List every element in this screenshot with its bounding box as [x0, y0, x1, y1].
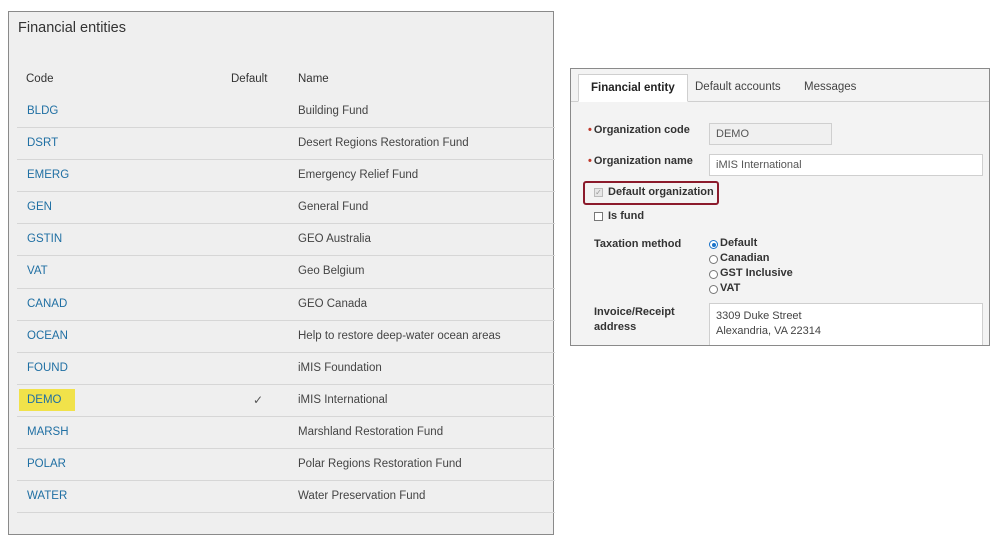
org-code-field[interactable]: DEMO: [709, 123, 832, 145]
taxation-option-canadian: Canadian: [720, 252, 770, 264]
taxation-radio-vat[interactable]: [709, 285, 718, 294]
address-line-1: 3309 Duke Street: [716, 310, 802, 322]
entity-code-link[interactable]: EMERG: [27, 169, 69, 181]
entity-name: iMIS Foundation: [298, 361, 382, 374]
entity-name: Polar Regions Restoration Fund: [298, 458, 462, 471]
entity-code-link[interactable]: OCEAN: [27, 330, 68, 342]
entity-code-link[interactable]: FOUND: [27, 362, 68, 374]
taxation-option-default: Default: [720, 237, 758, 249]
table-row: BLDG Building Fund: [17, 96, 555, 129]
tab-bar: Financial entity Default accounts Messag…: [571, 69, 989, 102]
panel-title: Financial entities: [18, 20, 126, 36]
entity-name: Geo Belgium: [298, 265, 365, 278]
org-name-label: • Organization name: [588, 155, 693, 167]
org-name-field[interactable]: iMIS International: [709, 154, 983, 176]
entity-name: GEO Australia: [298, 233, 371, 246]
column-header-default[interactable]: Default: [231, 73, 267, 85]
table-row: CANAD GEO Canada: [17, 289, 555, 321]
entity-code-link[interactable]: MARSH: [27, 426, 69, 438]
table-row: WATER Water Preservation Fund: [17, 481, 555, 514]
address-line-2: Alexandria, VA 22314: [716, 325, 821, 337]
financial-entities-panel: Financial entities Code Default Name BLD…: [8, 11, 555, 535]
table-row: OCEAN Help to restore deep-water ocean a…: [17, 321, 555, 353]
entity-code-link[interactable]: GEN: [27, 201, 52, 213]
entity-name: Desert Regions Restoration Fund: [298, 137, 469, 150]
entity-code-link[interactable]: WATER: [27, 490, 67, 502]
invoice-receipt-address-field[interactable]: 3309 Duke Street Alexandria, VA 22314: [709, 303, 983, 345]
tab-default-accounts[interactable]: Default accounts: [695, 74, 781, 101]
table-row: EMERG Emergency Relief Fund: [17, 160, 555, 193]
entity-name: Marshland Restoration Fund: [298, 425, 444, 438]
invoice-receipt-address-label: Invoice/Receipt address: [594, 306, 675, 333]
table-row: GSTIN GEO Australia: [17, 224, 555, 257]
table-row: GEN General Fund: [17, 192, 555, 225]
table-row: MARSH Marshland Restoration Fund: [17, 417, 555, 450]
entity-code-link[interactable]: VAT: [27, 265, 48, 277]
tab-messages[interactable]: Messages: [804, 74, 856, 101]
entity-code-link[interactable]: GSTIN: [27, 233, 62, 245]
is-fund-label: Is fund: [608, 210, 645, 222]
entity-name: General Fund: [298, 201, 369, 214]
taxation-option-gst-inclusive: GST Inclusive: [720, 267, 793, 279]
entity-name: iMIS International: [298, 393, 388, 406]
required-marker: •: [588, 124, 592, 136]
entity-name: Help to restore deep-water ocean areas: [298, 329, 501, 342]
table-row: FOUND iMIS Foundation: [17, 353, 555, 385]
default-organization-checkbox[interactable]: ✓: [594, 188, 603, 197]
taxation-radio-default[interactable]: [709, 240, 718, 249]
taxation-radio-canadian[interactable]: [709, 255, 718, 264]
entity-code-link[interactable]: POLAR: [27, 458, 66, 470]
entity-code-link[interactable]: BLDG: [27, 105, 58, 117]
entity-name: GEO Canada: [298, 297, 368, 310]
table-row-selected: DEMO ✓ iMIS International: [17, 385, 555, 417]
is-fund-checkbox[interactable]: [594, 212, 603, 221]
entity-name: Emergency Relief Fund: [298, 169, 419, 182]
entities-table: BLDG Building Fund DSRT Desert Regions R…: [17, 96, 555, 514]
table-row: POLAR Polar Regions Restoration Fund: [17, 449, 555, 482]
taxation-radio-gst-inclusive[interactable]: [709, 270, 718, 279]
default-organization-label: Default organization: [608, 186, 714, 198]
entity-code-link[interactable]: CANAD: [27, 298, 67, 310]
org-code-label: • Organization code: [588, 124, 690, 136]
column-header-name[interactable]: Name: [298, 73, 329, 85]
table-row: VAT Geo Belgium: [17, 256, 555, 289]
table-row: DSRT Desert Regions Restoration Fund: [17, 128, 555, 161]
taxation-method-label: Taxation method: [594, 238, 682, 250]
entity-code-link-highlighted[interactable]: DEMO: [19, 388, 75, 411]
tab-financial-entity[interactable]: Financial entity: [578, 74, 688, 102]
taxation-option-vat: VAT: [720, 282, 741, 294]
column-header-code[interactable]: Code: [26, 73, 54, 85]
entity-name: Water Preservation Fund: [298, 490, 426, 503]
entity-code-link[interactable]: DSRT: [27, 137, 58, 149]
required-marker: •: [588, 155, 592, 167]
default-check-icon: ✓: [253, 392, 264, 407]
entity-name: Building Fund: [298, 105, 369, 117]
financial-entity-form: Financial entity Default accounts Messag…: [570, 68, 990, 346]
